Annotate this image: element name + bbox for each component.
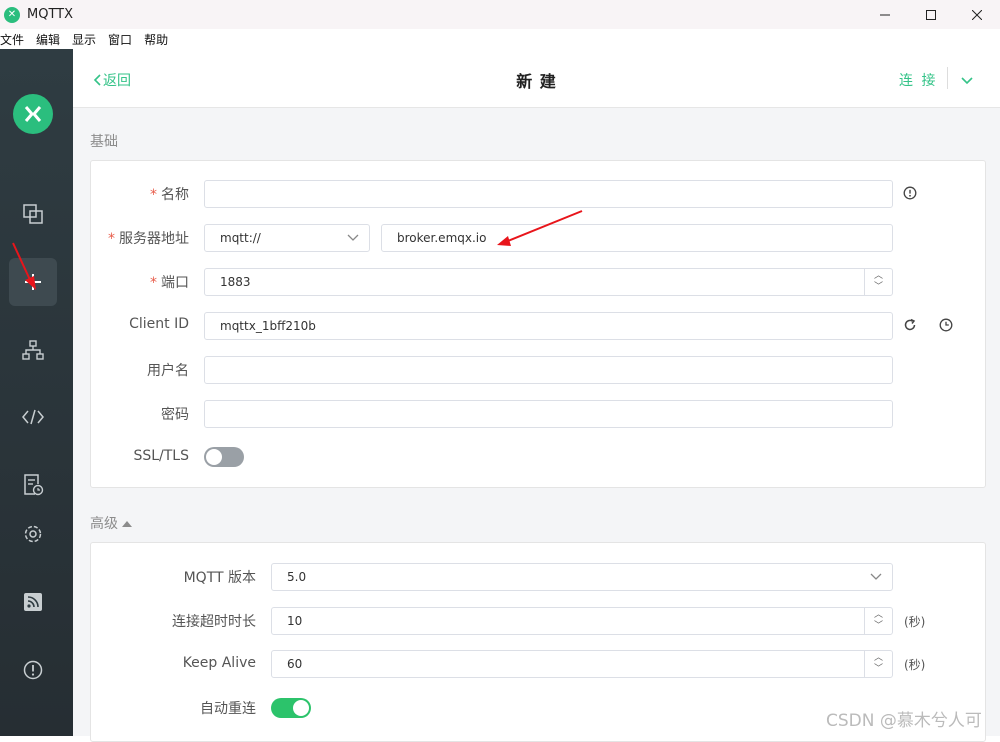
annotation-arrow-host [507,210,583,242]
annotation-arrow-sidebar [12,242,32,283]
annotation-arrows [12,210,583,290]
watermark: CSDN @慕木兮人可 [826,711,982,731]
